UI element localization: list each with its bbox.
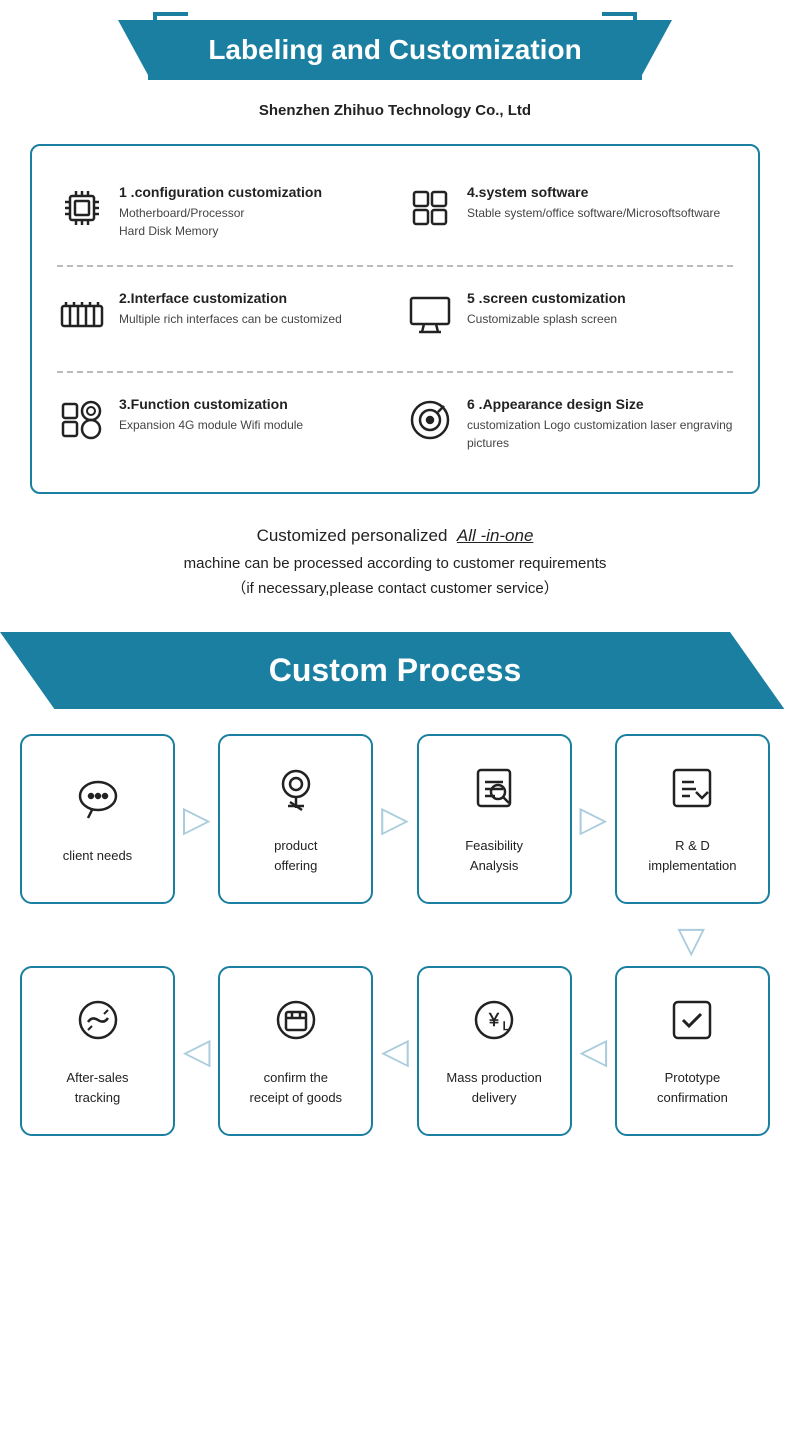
description-section: Customized personalized All -in-one mach… (0, 504, 790, 612)
process-header: Custom Process (0, 632, 790, 709)
customization-grid: 1 .configuration customization Motherboa… (47, 166, 743, 260)
chat-icon (72, 772, 124, 836)
custom-text-6: 6 .Appearance design Size customization … (467, 396, 733, 452)
rd-icon (666, 762, 718, 826)
desc-line1: Customized personalized All -in-one (30, 522, 760, 551)
desc-line2: machine can be processed according to cu… (30, 551, 760, 577)
arrow-right-1: ▷ (183, 798, 211, 840)
custom-desc-2: Multiple rich interfaces can be customiz… (119, 310, 342, 328)
feasibility-icon (468, 762, 520, 826)
process-card-aftersales: After-salestracking (20, 966, 175, 1136)
header-section: Labeling and Customization Shenzhen Zhih… (0, 0, 790, 134)
custom-item-5: 5 .screen customization Customizable spl… (395, 272, 743, 366)
process-card-client-needs: client needs (20, 734, 175, 904)
custom-item-3: 3.Function customization Expansion 4G mo… (47, 378, 395, 472)
banner-bg: Labeling and Customization (148, 20, 641, 80)
process-flow: client needs ▷ productoffering ▷ (0, 709, 790, 1171)
custom-desc-4: Stable system/office software/Microsofts… (467, 204, 720, 222)
product-offering-label: productoffering (274, 836, 317, 875)
ram-icon (57, 290, 107, 348)
hdd-icon (405, 396, 455, 454)
subtitle: Shenzhen Zhihuo Technology Co., Ltd (0, 102, 790, 119)
custom-text-5: 5 .screen customization Customizable spl… (467, 290, 626, 328)
check-icon (666, 994, 718, 1058)
custom-item-6: 6 .Appearance design Size customization … (395, 378, 743, 472)
arrow-right-3: ▷ (579, 798, 607, 840)
custom-item-2: 2.Interface customization Multiple rich … (47, 272, 395, 366)
arrow-left-2: ◁ (381, 1030, 409, 1072)
process-card-prototype: Prototypeconfirmation (615, 966, 770, 1136)
feasibility-label: FeasibilityAnalysis (465, 836, 523, 875)
custom-desc-3: Expansion 4G module Wifi module (119, 416, 303, 434)
custom-text-2: 2.Interface customization Multiple rich … (119, 290, 342, 328)
cpu-icon (57, 184, 107, 242)
custom-desc-5: Customizable splash screen (467, 310, 626, 328)
aftersales-label: After-salestracking (66, 1068, 128, 1107)
process-card-product-offering: productoffering (218, 734, 373, 904)
custom-title-2: 2.Interface customization (119, 290, 342, 306)
client-needs-label: client needs (63, 846, 132, 866)
custom-item-4: 4.system software Stable system/office s… (395, 166, 743, 260)
custom-title-4: 4.system software (467, 184, 720, 200)
arrow-down-container: ▽ (20, 914, 770, 966)
process-row-1: client needs ▷ productoffering ▷ (20, 734, 770, 904)
handshake-icon (72, 994, 124, 1058)
rd-label: R & Dimplementation (648, 836, 736, 875)
custom-desc-6: customization Logo customization laser e… (467, 416, 733, 452)
divider-1 (57, 265, 733, 267)
banner-title: Labeling and Customization (208, 34, 581, 65)
process-card-confirm-receipt: confirm thereceipt of goods (218, 966, 373, 1136)
custom-title-6: 6 .Appearance design Size (467, 396, 733, 412)
arrow-left-1: ◁ (183, 1030, 211, 1072)
offering-icon (270, 762, 322, 826)
process-title: Custom Process (269, 652, 522, 688)
customization-grid-3: 3.Function customization Expansion 4G mo… (47, 378, 743, 472)
customization-grid-2: 2.Interface customization Multiple rich … (47, 272, 743, 366)
divider-2 (57, 371, 733, 373)
custom-text-1: 1 .configuration customization Motherboa… (119, 184, 322, 240)
custom-item-1: 1 .configuration customization Motherboa… (47, 166, 395, 260)
desc-line3: （if necessary,please contact customer se… (30, 576, 760, 602)
svg-text:L: L (503, 1019, 510, 1033)
process-card-feasibility: FeasibilityAnalysis (417, 734, 572, 904)
custom-title-1: 1 .configuration customization (119, 184, 322, 200)
confirm-receipt-label: confirm thereceipt of goods (250, 1068, 343, 1107)
custom-title-5: 5 .screen customization (467, 290, 626, 306)
box-icon (270, 994, 322, 1058)
monitor-icon (405, 290, 455, 348)
custom-text-4: 4.system software Stable system/office s… (467, 184, 720, 222)
custom-text-3: 3.Function customization Expansion 4G mo… (119, 396, 303, 434)
svg-text:¥: ¥ (488, 1010, 500, 1030)
custom-desc-1: Motherboard/ProcessorHard Disk Memory (119, 204, 322, 240)
prototype-label: Prototypeconfirmation (657, 1068, 728, 1107)
process-card-mass-production: ¥ L Mass productiondelivery (417, 966, 572, 1136)
arrow-right-2: ▷ (381, 798, 409, 840)
arrow-left-3: ◁ (579, 1030, 607, 1072)
custom-title-3: 3.Function customization (119, 396, 303, 412)
mass-production-label: Mass productiondelivery (446, 1068, 541, 1107)
arrow-down: ▽ (677, 919, 705, 961)
apps-icon (405, 184, 455, 242)
function-icon (57, 396, 107, 454)
content-box: 1 .configuration customization Motherboa… (30, 144, 760, 494)
money-icon: ¥ L (468, 994, 520, 1058)
desc-allinone: All -in-one (457, 526, 534, 545)
process-card-rd: R & Dimplementation (615, 734, 770, 904)
process-row-2: After-salestracking ◁ confirm thereceipt… (20, 966, 770, 1136)
